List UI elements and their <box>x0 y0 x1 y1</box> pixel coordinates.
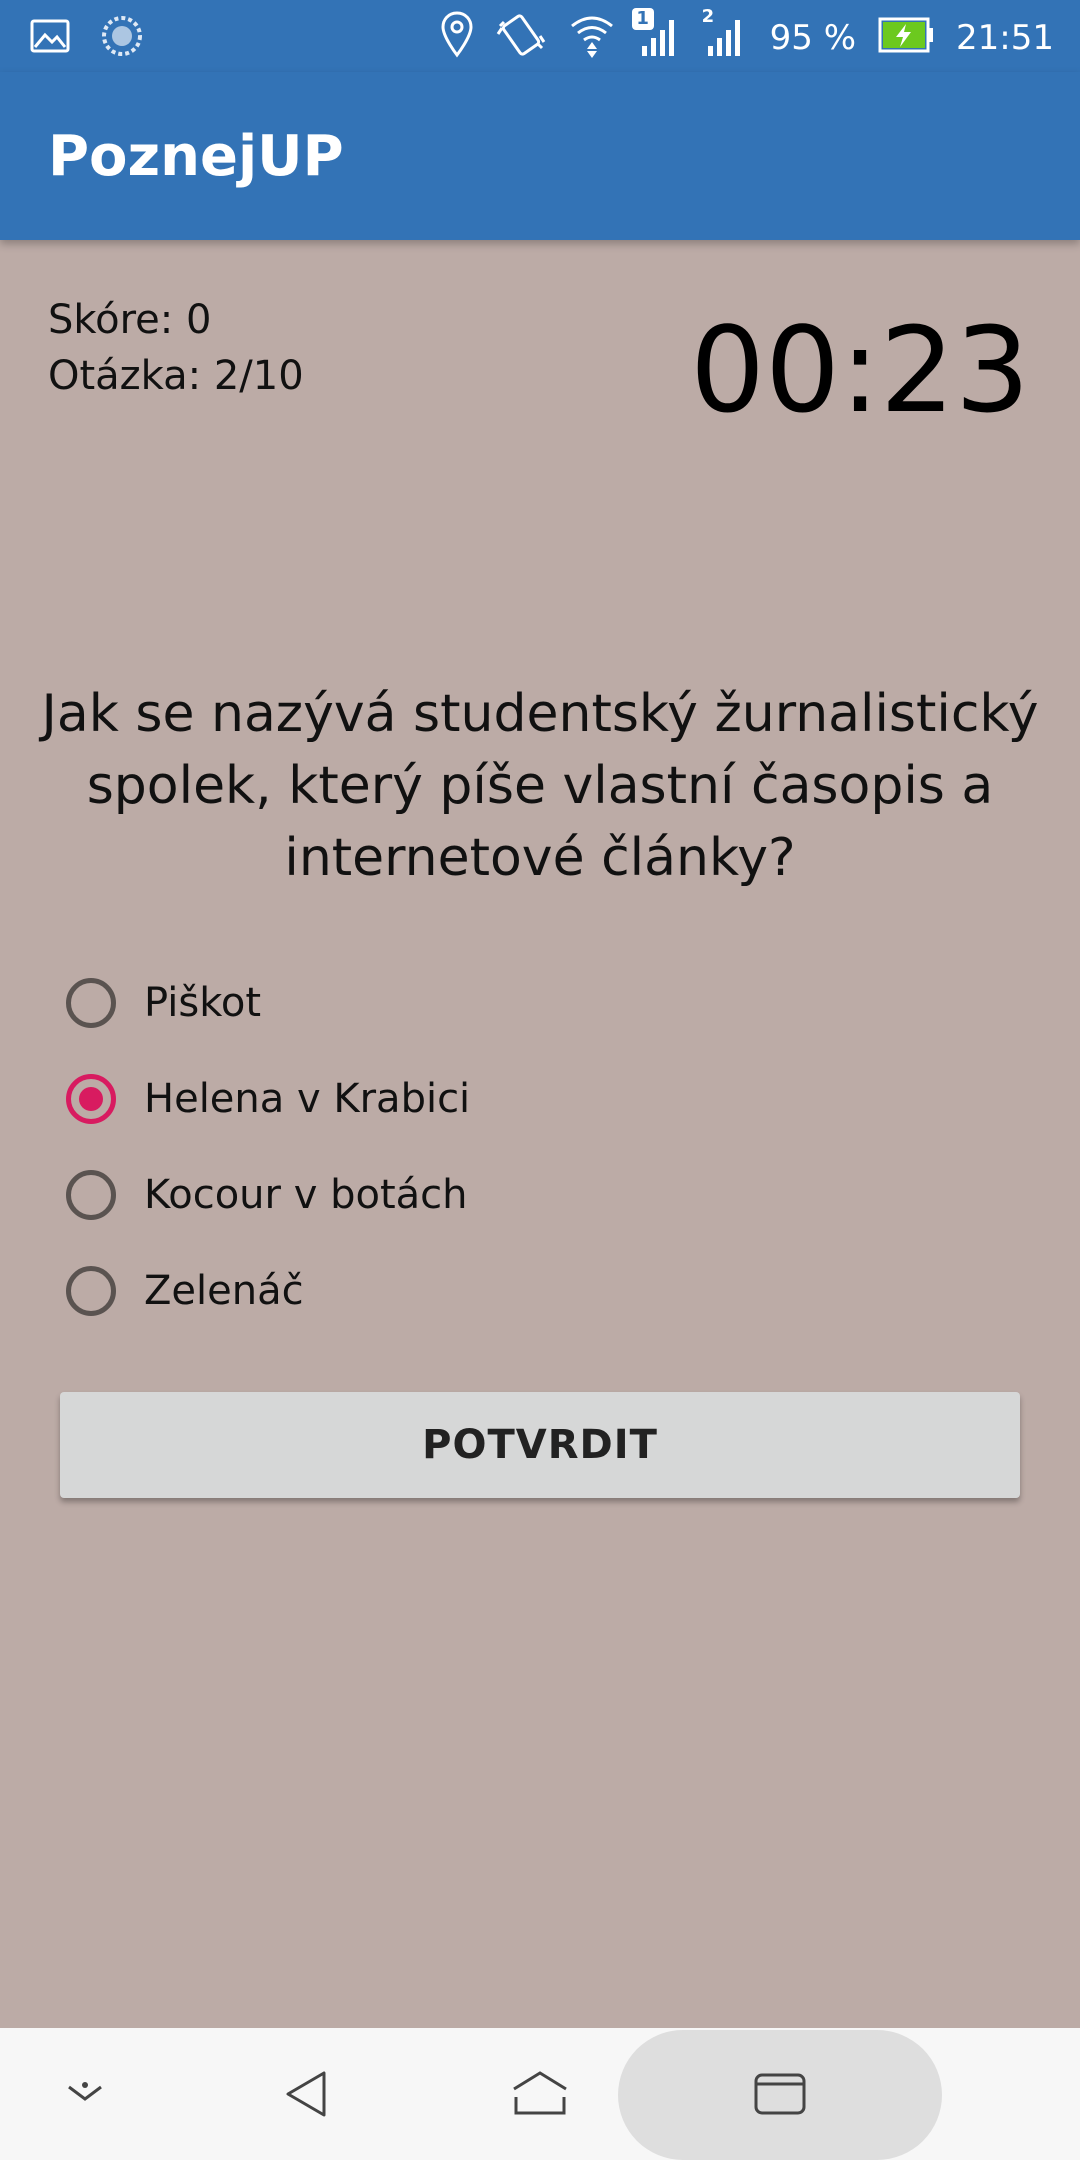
gallery-icon <box>30 19 70 58</box>
countdown-timer: 00:23 <box>689 301 1030 439</box>
radio-button-selected[interactable] <box>66 1074 116 1124</box>
clock: 21:51 <box>956 17 1054 58</box>
answer-options: Piškot Helena v Krabici Kocour v botách … <box>66 955 470 1339</box>
question-text: Jak se nazývá studentský žurnalistický s… <box>41 684 1039 888</box>
notification-pull-icon[interactable] <box>40 2028 130 2160</box>
recents-icon[interactable] <box>735 2028 825 2160</box>
answer-option-label: Piškot <box>144 980 262 1026</box>
signal-sim1-icon: 1 <box>631 8 682 63</box>
sim1-badge: 1 <box>631 8 654 30</box>
score-label: Skóre: 0 <box>48 297 212 343</box>
wifi-icon <box>568 10 616 65</box>
radio-button[interactable] <box>66 1170 116 1220</box>
radio-button[interactable] <box>66 1266 116 1316</box>
answer-option-helena-v-krabici[interactable]: Helena v Krabici <box>66 1051 470 1147</box>
answer-option-label: Helena v Krabici <box>144 1076 471 1122</box>
radio-button[interactable] <box>66 978 116 1028</box>
signal-sim2-icon: 2 <box>702 6 748 63</box>
location-icon <box>440 10 474 65</box>
home-icon[interactable] <box>495 2028 585 2160</box>
back-icon[interactable] <box>262 2028 352 2160</box>
question-counter: Otázka: 2/10 <box>48 353 304 399</box>
vibrate-icon <box>496 10 546 65</box>
answer-option-kocour-v-botach[interactable]: Kocour v botách <box>66 1147 470 1243</box>
answer-option-label: Zelenáč <box>144 1268 304 1314</box>
sim2-badge: 2 <box>701 6 715 27</box>
confirm-button[interactable]: POTVRDIT <box>60 1392 1020 1498</box>
status-bar: 1 2 95 % 21:51 <box>0 0 1080 72</box>
battery-percent: 95 % <box>769 17 857 58</box>
battery-charging-icon <box>878 17 934 58</box>
app-bar: PoznejUP <box>0 72 1080 240</box>
app-title: PoznejUP <box>48 124 344 189</box>
quiz-info: Skóre: 0 Otázka: 2/10 <box>48 292 304 404</box>
answer-option-zelenac[interactable]: Zelenáč <box>66 1243 470 1339</box>
sync-icon <box>100 14 144 63</box>
answer-option-label: Kocour v botách <box>144 1172 468 1218</box>
answer-option-piskot[interactable]: Piškot <box>66 955 470 1051</box>
